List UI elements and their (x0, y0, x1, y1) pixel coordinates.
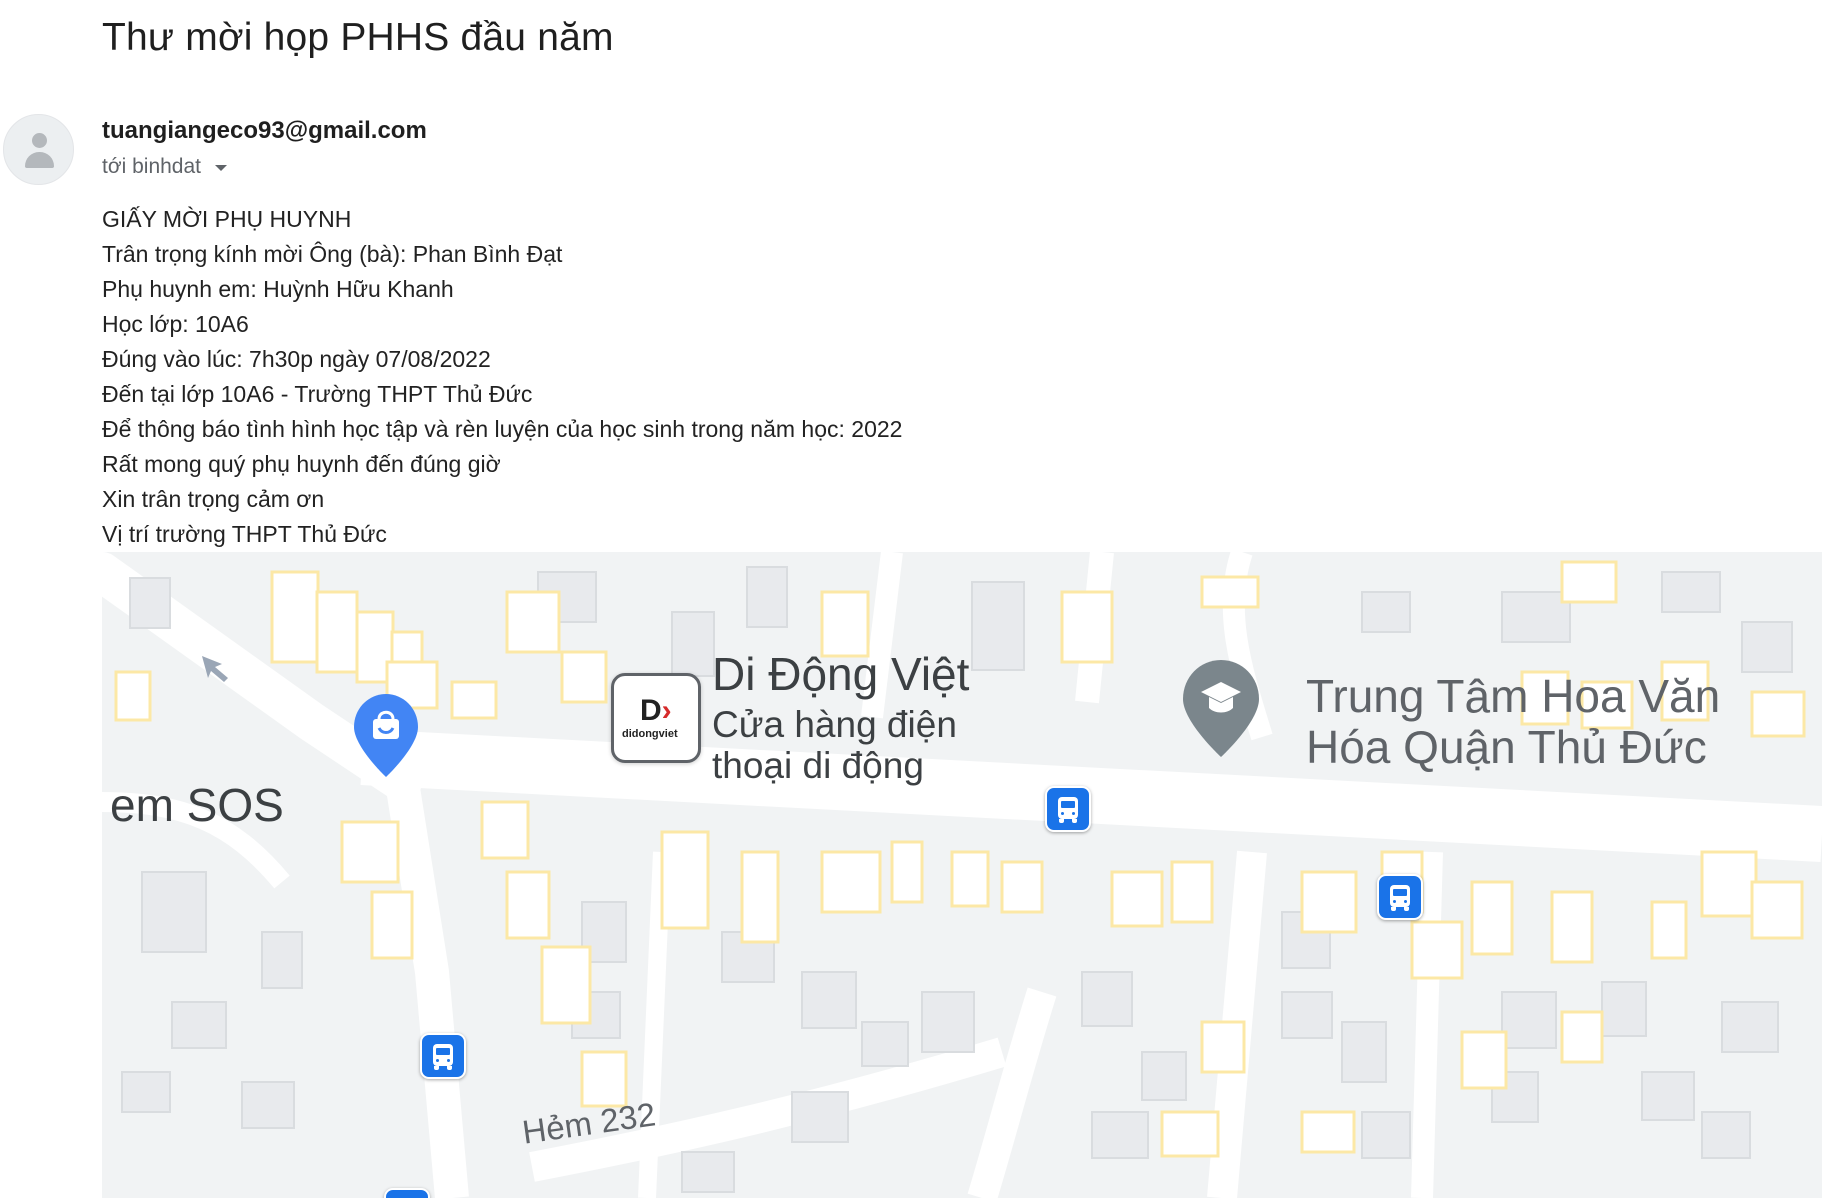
recipient-details-toggle[interactable]: tới binhdat (102, 155, 228, 179)
body-line: Rất mong quý phụ huynh đến đúng giờ (102, 451, 501, 477)
school-location-map[interactable]: D› didongviet Di Động Việt Cửa hàng điện… (102, 552, 1822, 1198)
store-category-line-2: thoại di động (712, 745, 924, 786)
bus-stop-icon[interactable] (420, 1033, 466, 1079)
store-name-label[interactable]: Di Động Việt (712, 650, 969, 699)
sender-avatar[interactable] (3, 114, 74, 185)
recipient-label: tới binhdat (102, 155, 202, 178)
left-place-label: em SOS (110, 779, 284, 831)
email-subject: Thư mời họp PHHS đầu năm (102, 16, 614, 59)
body-line: Để thông báo tình hình học tập và rèn lu… (102, 416, 903, 442)
bus-stop-icon[interactable] (1377, 874, 1423, 920)
avatar-person-icon (32, 133, 47, 148)
body-line: Vị trí trường THPT Thủ Đức (102, 521, 387, 547)
body-line: Xin trân trọng cảm ơn (102, 486, 325, 512)
body-line: Học lớp: 10A6 (102, 311, 249, 337)
email-body: GIẤY MỜI PHỤ HUYNH Trân trọng kính mời Ô… (102, 202, 902, 552)
sender-email[interactable]: tuangiangeco93@gmail.com (102, 117, 427, 145)
bus-stop-icon[interactable] (1045, 786, 1091, 832)
edu-center-label-line-2[interactable]: Hóa Quận Thủ Đức (1306, 720, 1707, 774)
didongviet-logo[interactable]: D› didongviet (611, 673, 701, 763)
caret-down-icon[interactable] (215, 165, 228, 171)
body-line: Trân trọng kính mời Ông (bà): Phan Bình … (102, 241, 563, 267)
bus-stop-icon[interactable] (384, 1188, 430, 1198)
edu-center-label-line-1[interactable]: Trung Tâm Hoa Văn (1306, 669, 1720, 723)
body-line: GIẤY MỜI PHỤ HUYNH (102, 206, 352, 232)
body-line: Đúng vào lúc: 7h30p ngày 07/08/2022 (102, 346, 491, 372)
body-line: Phụ huynh em: Huỳnh Hữu Khanh (102, 276, 454, 302)
store-category-line-1: Cửa hàng điện (712, 704, 957, 745)
body-line: Đến tại lớp 10A6 - Trường THPT Thủ Đức (102, 381, 533, 407)
